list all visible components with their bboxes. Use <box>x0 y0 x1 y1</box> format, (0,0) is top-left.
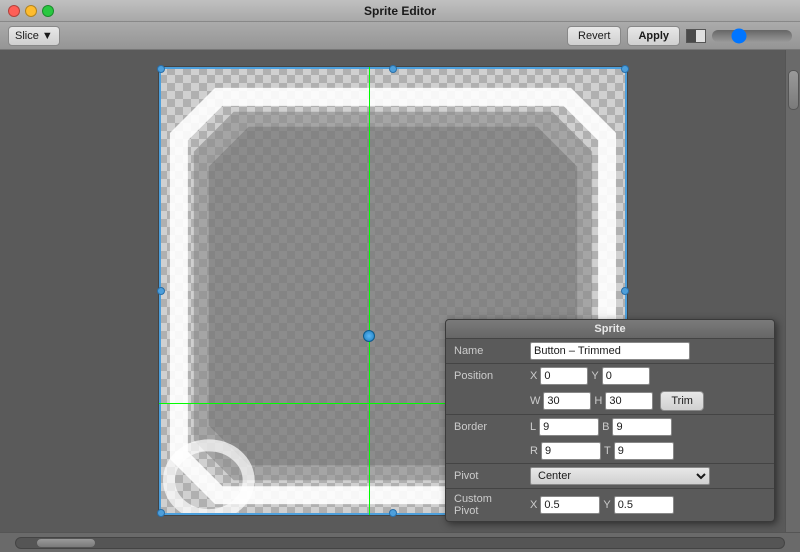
toolbar: Slice ▼ Revert Apply <box>0 22 800 50</box>
slice-dropdown[interactable]: Slice ▼ <box>8 26 60 46</box>
pivot-label: Pivot <box>446 464 526 488</box>
color-toggle-button[interactable] <box>686 29 706 43</box>
revert-button[interactable]: Revert <box>567 26 621 46</box>
name-label: Name <box>446 339 526 363</box>
l-label: L <box>530 421 536 433</box>
wh-row: W H Trim <box>526 388 774 414</box>
h-input[interactable] <box>605 392 653 410</box>
minimize-button[interactable] <box>25 5 37 17</box>
trim-button[interactable]: Trim <box>660 391 704 411</box>
border-rt-row: R T <box>526 439 774 463</box>
bottom-scrollbar[interactable] <box>0 532 800 552</box>
traffic-lights <box>8 5 54 17</box>
l-input[interactable] <box>539 418 599 436</box>
apply-button[interactable]: Apply <box>627 26 680 46</box>
scrollbar-thumb-vertical[interactable] <box>788 70 799 110</box>
r-input[interactable] <box>541 442 601 460</box>
r-label: R <box>530 445 538 457</box>
x-input[interactable] <box>540 367 588 385</box>
pivot-select[interactable]: Center <box>530 467 710 485</box>
b-label: B <box>602 421 609 433</box>
w-input[interactable] <box>543 392 591 410</box>
toolbar-right: Revert Apply <box>567 26 792 46</box>
maximize-button[interactable] <box>42 5 54 17</box>
y-label: Y <box>591 370 598 382</box>
cx-label: X <box>530 499 537 511</box>
close-button[interactable] <box>8 5 20 17</box>
main-area: Sprite Name Position X Y W H <box>0 50 800 532</box>
cy-input[interactable] <box>614 496 674 514</box>
pivot-row: Center <box>526 464 774 488</box>
name-value-row <box>526 339 774 363</box>
window-title: Sprite Editor <box>364 4 436 18</box>
border-label: Border <box>446 415 526 439</box>
t-input[interactable] <box>614 442 674 460</box>
position-xy-row: X Y <box>526 364 774 388</box>
w-label: W <box>530 395 540 407</box>
cx-input[interactable] <box>540 496 600 514</box>
y-input[interactable] <box>602 367 650 385</box>
scrollbar-vertical[interactable] <box>785 50 800 532</box>
wh-empty-label <box>446 388 526 414</box>
name-input[interactable] <box>530 342 690 360</box>
custom-pivot-label: Custom Pivot <box>446 489 526 521</box>
custom-pivot-row: X Y <box>526 489 774 521</box>
h-label: H <box>594 395 602 407</box>
zoom-slider[interactable] <box>712 30 792 42</box>
sprite-panel-header: Sprite <box>446 320 774 339</box>
scrollbar-track-horizontal[interactable] <box>15 537 785 549</box>
b-input[interactable] <box>612 418 672 436</box>
sprite-panel: Sprite Name Position X Y W H <box>445 319 775 522</box>
scrollbar-thumb-horizontal[interactable] <box>36 538 96 548</box>
t-label: T <box>604 445 611 457</box>
cy-label: Y <box>603 499 610 511</box>
x-label: X <box>530 370 537 382</box>
border-rt-empty <box>446 439 526 463</box>
title-bar: Sprite Editor <box>0 0 800 22</box>
border-lb-row: L B <box>526 415 774 439</box>
chevron-down-icon: ▼ <box>42 30 53 42</box>
sprite-panel-grid: Name Position X Y W H Trim <box>446 339 774 521</box>
position-label: Position <box>446 364 526 388</box>
